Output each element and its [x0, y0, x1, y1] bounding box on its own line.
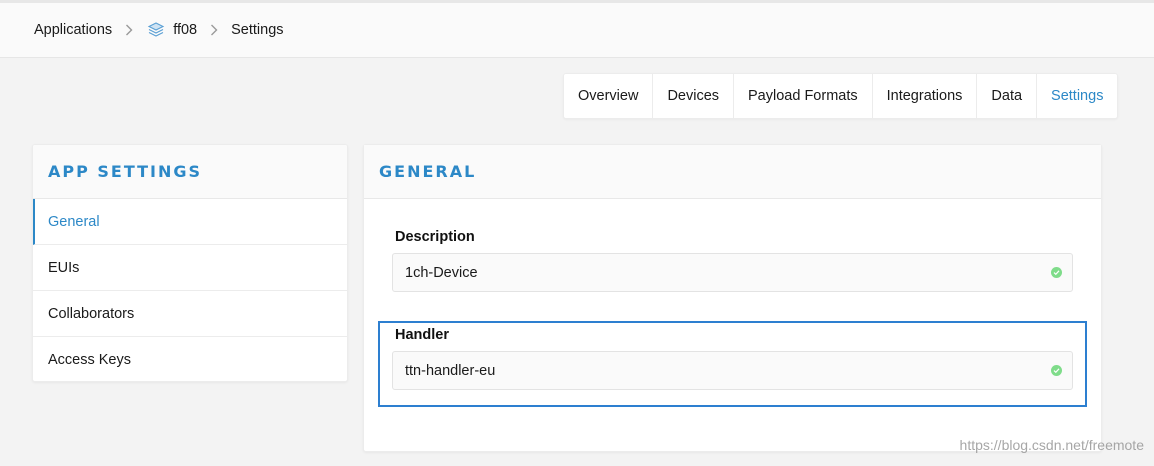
app-settings-panel: APP SETTINGS General EUIs Collaborators …	[32, 144, 348, 382]
layers-icon	[146, 20, 166, 40]
tab-data[interactable]: Data	[977, 74, 1038, 118]
watermark: https://blog.csdn.net/freemote	[959, 437, 1144, 453]
handler-field[interactable]: ttn-handler-eu	[392, 351, 1073, 390]
tab-payload-formats[interactable]: Payload Formats	[734, 74, 873, 118]
sidebar-item-access-keys[interactable]: Access Keys	[33, 337, 347, 381]
description-label: Description	[395, 229, 475, 245]
handler-value: ttn-handler-eu	[405, 362, 496, 379]
general-panel: GENERAL	[363, 144, 1102, 452]
breadcrumb-settings: Settings	[231, 22, 284, 38]
breadcrumb-applications[interactable]: Applications	[34, 22, 112, 38]
sidebar-item-collaborators[interactable]: Collaborators	[33, 291, 347, 337]
general-title: GENERAL	[364, 145, 1101, 199]
sidebar-item-euis[interactable]: EUIs	[33, 245, 347, 291]
tab-settings[interactable]: Settings	[1037, 74, 1117, 118]
chevron-right-icon	[197, 20, 231, 40]
description-value: 1ch-Device	[405, 264, 478, 281]
chevron-right-icon	[112, 20, 146, 40]
tab-overview[interactable]: Overview	[564, 74, 654, 118]
handler-label: Handler	[395, 327, 449, 343]
tab-integrations[interactable]: Integrations	[873, 74, 978, 118]
breadcrumb-app-label: ff08	[173, 22, 198, 38]
breadcrumb: Applications ff08 Settings	[0, 0, 1154, 58]
breadcrumb-app[interactable]: ff08	[146, 20, 197, 40]
description-field[interactable]: 1ch-Device	[392, 253, 1073, 292]
tab-bar: Overview Devices Payload Formats Integra…	[563, 73, 1119, 119]
valid-check-icon	[1051, 365, 1062, 376]
tab-devices[interactable]: Devices	[653, 74, 735, 118]
valid-check-icon	[1051, 267, 1062, 278]
sidebar-item-general[interactable]: General	[33, 199, 347, 245]
app-settings-title: APP SETTINGS	[33, 145, 347, 199]
